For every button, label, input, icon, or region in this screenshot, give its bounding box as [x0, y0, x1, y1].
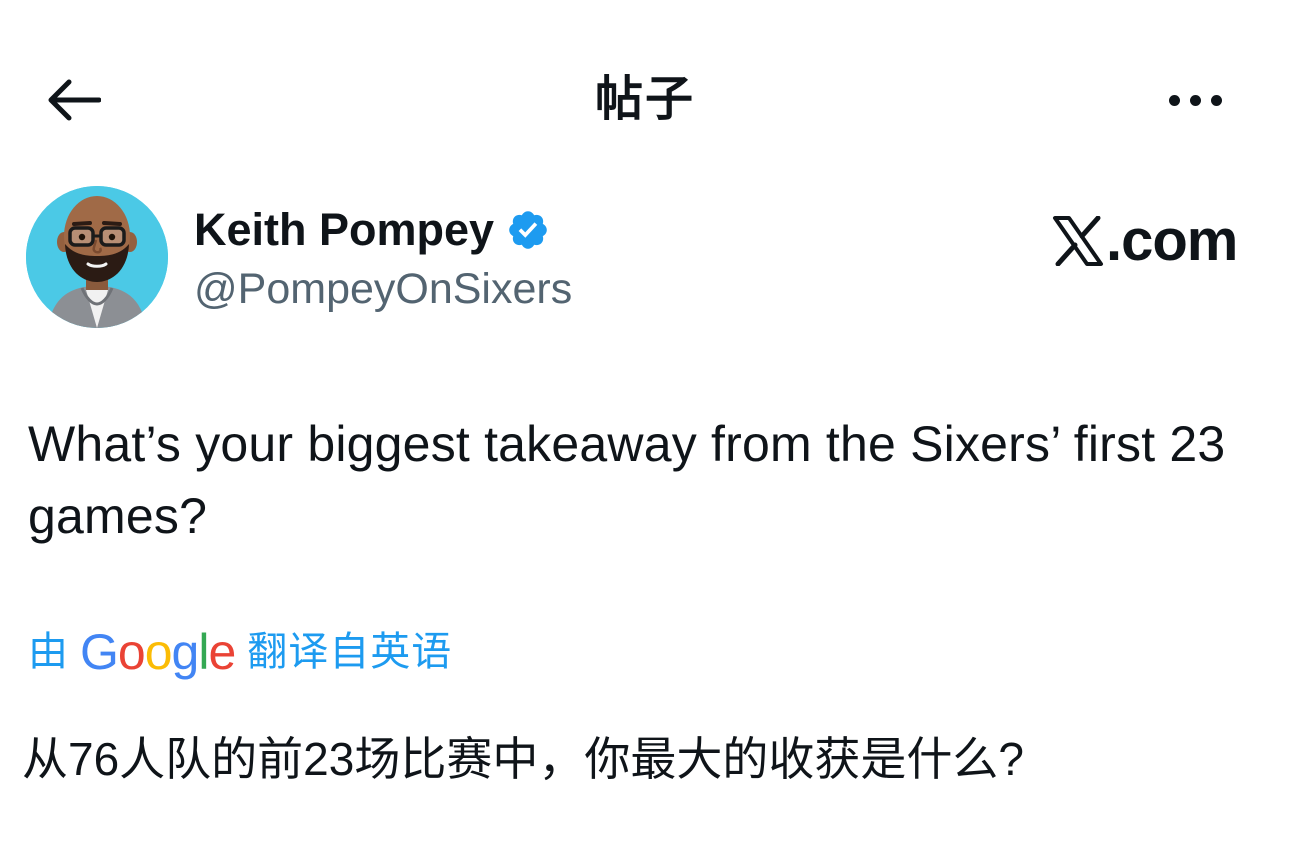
more-dot — [1189, 94, 1201, 106]
translated-tweet-text: 从76人队的前23场比赛中，你最大的收获是什么? — [22, 733, 1024, 785]
x-logo-icon — [1053, 216, 1103, 266]
page-title: 帖子 — [594, 73, 695, 126]
avatar[interactable] — [26, 186, 168, 328]
translated-from-label: 翻译自英语 — [247, 630, 453, 674]
author-name[interactable]: Keith Pompey — [194, 202, 494, 258]
more-dot — [1210, 94, 1222, 106]
author-handle[interactable]: @PompeyOnSixers — [194, 262, 572, 316]
watermark-text: .com — [1106, 208, 1238, 273]
top-navigation-bar: 帖子 — [0, 0, 1290, 200]
author-name-row: Keith Pompey — [194, 202, 550, 258]
memoji-avatar-icon — [26, 186, 168, 328]
verified-badge-icon — [509, 211, 547, 249]
tweet-author: Keith Pompey @PompeyOnSixers .com — [26, 186, 1264, 330]
translated-by-label: 由 — [28, 630, 68, 674]
tweet-text: What’s your biggest takeaway from the Si… — [28, 416, 1226, 544]
more-options-button[interactable] — [1160, 75, 1230, 125]
google-logo-icon: Google — [80, 624, 236, 680]
x-com-watermark: .com — [1052, 206, 1238, 276]
translation-attribution[interactable]: 由 Google 翻译自英语 — [28, 622, 452, 682]
more-horizontal-icon — [1168, 94, 1180, 106]
